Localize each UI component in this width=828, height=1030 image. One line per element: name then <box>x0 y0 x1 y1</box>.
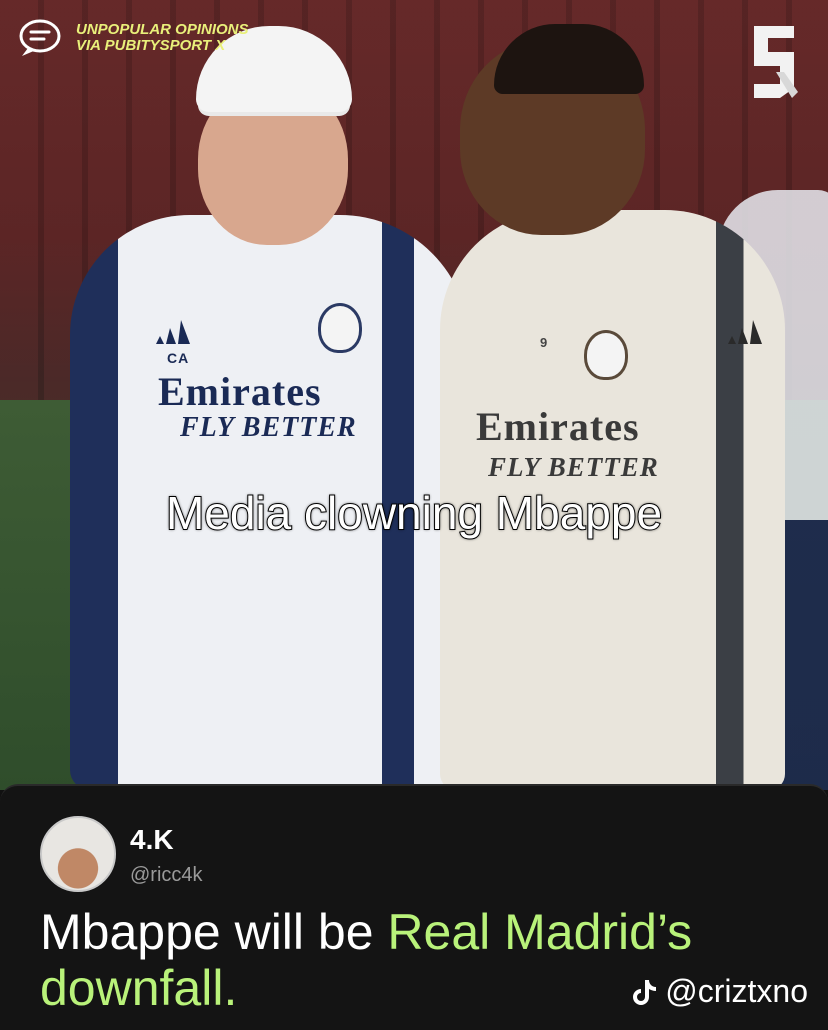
chat-bubble-icon <box>19 19 61 56</box>
kit-slogan-coach: FLY BETTER <box>180 412 357 443</box>
source-line-2: VIA PUBITYSPORT X <box>76 37 226 54</box>
kit-slogan-player: FLY BETTER <box>488 452 659 482</box>
watermark-handle: @criztxno <box>665 973 808 1009</box>
kit-sponsor-player: Emirates <box>476 404 640 449</box>
tweet-text-plain: Mbappe will be <box>40 904 388 960</box>
user-handle[interactable]: @ricc4k <box>130 864 203 887</box>
source-header: UNPOPULAR OPINIONS VIA PUBITYSPORT X <box>18 18 249 58</box>
kit-initials: CA <box>167 350 190 366</box>
meme-caption: Media clowning Mbappe <box>165 486 663 540</box>
training-photo: CA Emirates FLY BETTER 9 Emirates FLY BE… <box>0 0 828 790</box>
club-crest-icon <box>318 303 362 353</box>
avatar[interactable] <box>40 816 116 892</box>
source-text: UNPOPULAR OPINIONS VIA PUBITYSPORT X <box>76 22 249 54</box>
kit-number: 9 <box>540 335 549 350</box>
adidas-logo-icon <box>156 320 190 344</box>
club-crest-icon <box>584 330 628 380</box>
kit-sponsor-coach: Emirates <box>158 369 322 414</box>
watermark: @criztxno <box>629 973 808 1010</box>
brand-logo-icon <box>754 26 798 98</box>
meme-image: CA Emirates FLY BETTER 9 Emirates FLY BE… <box>0 0 828 1030</box>
tweet-card: 4.K @ricc4k Mbappe will be Real Madrid’s… <box>0 784 828 1030</box>
tiktok-icon <box>633 979 657 1005</box>
source-line-1: UNPOPULAR OPINIONS <box>76 21 249 38</box>
display-name[interactable]: 4.K <box>130 824 174 856</box>
adidas-logo-icon <box>728 320 762 344</box>
